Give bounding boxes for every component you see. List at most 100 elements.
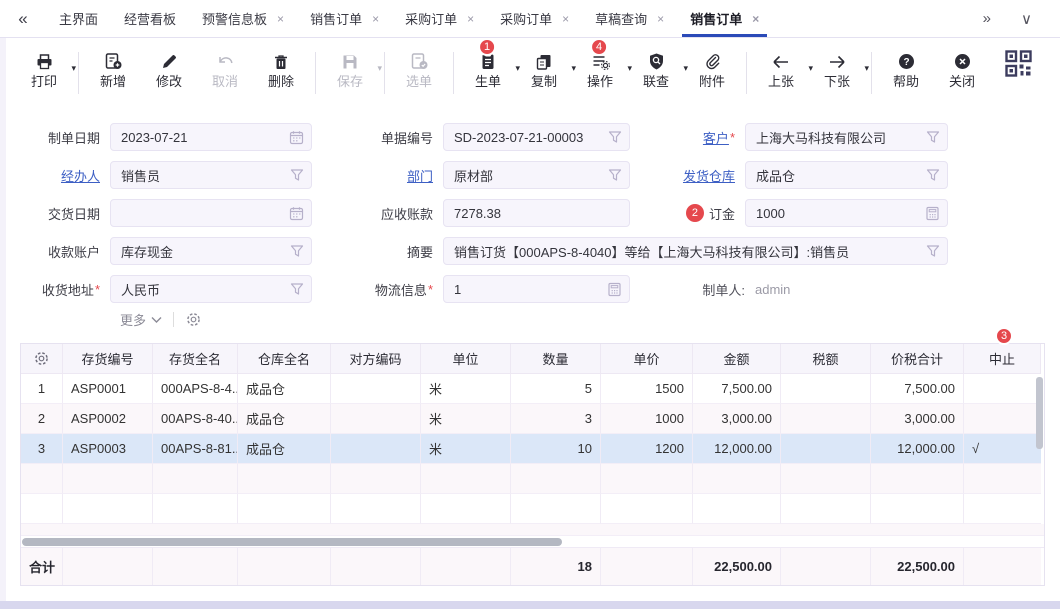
tabs-overflow-icon[interactable]: »: [983, 10, 991, 27]
cell[interactable]: [331, 404, 421, 434]
attachment-button[interactable]: 附件: [690, 51, 734, 89]
tab-item-1[interactable]: 经营看板: [111, 0, 189, 37]
cell[interactable]: [153, 494, 238, 524]
cell[interactable]: 3: [21, 434, 63, 464]
cell[interactable]: [331, 464, 421, 494]
cell[interactable]: [238, 464, 331, 494]
close-tab-icon[interactable]: ×: [657, 13, 664, 25]
edit-button[interactable]: 修改: [147, 51, 191, 89]
dropdown-caret-icon[interactable]: ▾: [683, 63, 688, 74]
cell[interactable]: [964, 404, 1041, 434]
cell[interactable]: 成品仓: [238, 434, 331, 464]
cell[interactable]: [63, 494, 153, 524]
cell[interactable]: 3,000.00: [871, 404, 964, 434]
cell[interactable]: 000APS-8-4...: [153, 374, 238, 404]
filter-icon[interactable]: [926, 130, 940, 144]
table-settings-gear-icon[interactable]: [33, 350, 50, 367]
tab-item-2[interactable]: 预警信息板×: [189, 0, 297, 37]
doc-date-input[interactable]: 2023-07-21: [110, 123, 312, 151]
ship-warehouse-input[interactable]: 成品仓: [745, 161, 948, 189]
cell[interactable]: ASP0002: [63, 404, 153, 434]
generate-order-button[interactable]: 1生单▾: [466, 51, 510, 89]
handler-label-text[interactable]: 经办人: [61, 166, 100, 185]
dropdown-caret-icon[interactable]: ▾: [808, 63, 813, 74]
cell[interactable]: [693, 464, 781, 494]
cell[interactable]: 7,500.00: [693, 374, 781, 404]
filter-icon[interactable]: [290, 244, 304, 258]
cell[interactable]: [781, 404, 871, 434]
table-row-2[interactable]: 2ASP000200APS-8-40...成品仓米310003,000.003,…: [21, 404, 1044, 434]
filter-icon[interactable]: [608, 168, 622, 182]
cell[interactable]: ASP0003: [63, 434, 153, 464]
col-header-0[interactable]: [21, 344, 63, 374]
help-button[interactable]: ?帮助: [884, 51, 928, 89]
calendar-icon[interactable]: [289, 206, 304, 221]
actions-button[interactable]: 4操作▾: [578, 51, 622, 89]
dropdown-caret-icon[interactable]: ▾: [71, 63, 76, 74]
cell[interactable]: 米: [421, 434, 511, 464]
cell[interactable]: [964, 464, 1041, 494]
logistics-info-input[interactable]: 1: [443, 275, 630, 303]
close-tab-icon[interactable]: ×: [277, 13, 284, 25]
tab-item-6[interactable]: 草稿查询×: [582, 0, 677, 37]
cell[interactable]: [21, 494, 63, 524]
cell[interactable]: ASP0001: [63, 374, 153, 404]
tab-item-3[interactable]: 销售订单×: [297, 0, 392, 37]
cell[interactable]: [421, 494, 511, 524]
cell[interactable]: 2: [21, 404, 63, 434]
cell[interactable]: 3,000.00: [693, 404, 781, 434]
cell[interactable]: [871, 464, 964, 494]
close-tab-icon[interactable]: ×: [562, 13, 569, 25]
cell[interactable]: [331, 434, 421, 464]
cell[interactable]: [964, 494, 1041, 524]
cell[interactable]: [21, 464, 63, 494]
tab-item-0[interactable]: 主界面: [46, 0, 111, 37]
horizontal-scrollbar-track[interactable]: [21, 536, 1044, 548]
tab-item-5[interactable]: 采购订单×: [487, 0, 582, 37]
cell[interactable]: 12,000.00: [693, 434, 781, 464]
dropdown-caret-icon[interactable]: ▾: [571, 63, 576, 74]
summary-input[interactable]: 销售订货【000APS-8-4040】等给【上海大马科技有限公司】:销售员: [443, 237, 948, 265]
filter-icon[interactable]: [926, 168, 940, 182]
table-row-1[interactable]: 1ASP0001000APS-8-4...成品仓米515007,500.007,…: [21, 374, 1044, 404]
deposit-input[interactable]: 1000: [745, 199, 948, 227]
cell[interactable]: [153, 464, 238, 494]
delivery-date-input[interactable]: [110, 199, 312, 227]
copy-button[interactable]: 复制▾: [522, 51, 566, 89]
prev-record-button[interactable]: 上张▾: [759, 51, 803, 89]
cell[interactable]: 1500: [601, 374, 693, 404]
cell[interactable]: 10: [511, 434, 601, 464]
cell[interactable]: 3: [511, 404, 601, 434]
cell[interactable]: 1000: [601, 404, 693, 434]
cell[interactable]: 1: [21, 374, 63, 404]
cell[interactable]: 1200: [601, 434, 693, 464]
dropdown-caret-icon[interactable]: ▾: [377, 63, 382, 74]
cell[interactable]: [781, 374, 871, 404]
cell[interactable]: [781, 434, 871, 464]
delivery-address-input[interactable]: 人民币: [110, 275, 312, 303]
customer-input[interactable]: 上海大马科技有限公司: [745, 123, 948, 151]
tab-item-7[interactable]: 销售订单×: [677, 0, 772, 37]
cell[interactable]: [63, 464, 153, 494]
filter-icon[interactable]: [290, 282, 304, 296]
cell[interactable]: 成品仓: [238, 374, 331, 404]
department-input[interactable]: 原材部: [443, 161, 630, 189]
cell[interactable]: [601, 464, 693, 494]
print-button[interactable]: 打印▾: [22, 51, 66, 89]
cell[interactable]: [871, 494, 964, 524]
cell[interactable]: [781, 494, 871, 524]
customer-label-text[interactable]: 客户: [703, 128, 729, 147]
more-button[interactable]: 更多: [120, 310, 162, 329]
doc-number-input[interactable]: SD-2023-07-21-00003: [443, 123, 630, 151]
delete-button[interactable]: 删除: [259, 51, 303, 89]
vertical-scrollbar-thumb[interactable]: [1036, 377, 1043, 449]
dropdown-caret-icon[interactable]: ▾: [864, 63, 869, 74]
table-row-4[interactable]: [21, 464, 1044, 494]
close-tab-icon[interactable]: ×: [372, 13, 379, 25]
cell[interactable]: 00APS-8-81...: [153, 434, 238, 464]
close-tab-icon[interactable]: ×: [752, 13, 759, 25]
linked-query-button[interactable]: 联查▾: [634, 51, 678, 89]
cell[interactable]: 米: [421, 374, 511, 404]
department-label-text[interactable]: 部门: [407, 166, 433, 185]
receipt-account-input[interactable]: 库存现金: [110, 237, 312, 265]
